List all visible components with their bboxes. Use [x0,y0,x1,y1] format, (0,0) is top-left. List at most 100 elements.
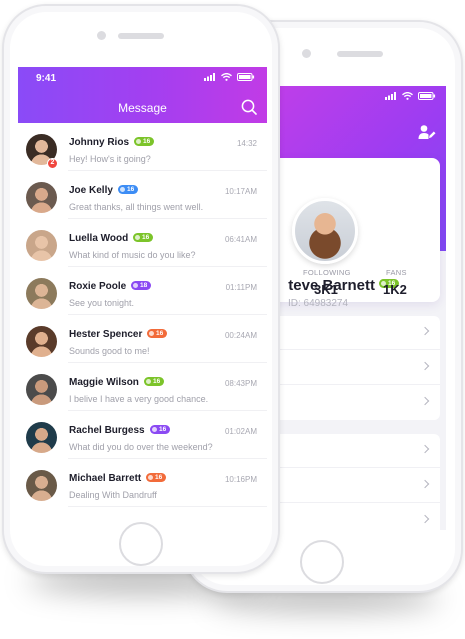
level-badge: 16 [144,377,165,386]
level-value: 16 [127,186,135,193]
message-preview: Hey! How's it going? [69,154,151,164]
contact-name: Joe Kelly [69,185,113,196]
back-phone-speaker [337,51,383,57]
level-badge: 16 [133,233,154,242]
conversation-row[interactable]: Joe Kelly 16 Great thanks, all things went… [18,171,267,219]
message-time: 01:11PM [225,283,257,292]
level-value: 16 [143,138,151,145]
profile-avatar[interactable] [292,198,358,264]
profile-menu-item[interactable] [258,434,440,468]
conversation-row[interactable]: Maggie Wilson 16 I belive I have a very go… [18,363,267,411]
avatar[interactable] [26,278,57,309]
page-title: Message [118,101,167,115]
stat-fans-label: FANS [386,268,407,277]
avatar[interactable] [26,374,57,405]
contact-name: Rachel Burgess [69,425,145,436]
profile-menu-item[interactable] [258,386,440,420]
battery-icon [237,73,255,81]
profile-menu-section-1: eam s [258,316,440,420]
chevron-right-icon [420,444,430,454]
contact-name: Maggie Wilson [69,377,139,388]
level-badge: 16 [147,329,168,338]
level-star-icon [120,187,125,192]
level-badge: 16 [134,137,155,146]
wifi-icon [221,73,232,81]
messages-header: 9:41 Message [18,67,267,123]
level-value: 16 [155,474,163,481]
level-value: 18 [140,282,148,289]
front-phone-speaker [118,33,164,39]
level-badge: 16 [150,425,171,434]
stat-following-value[interactable]: 3K1 [314,282,338,297]
front-phone-home-button[interactable] [119,522,163,566]
avatar[interactable] [26,326,57,357]
profile-stats: FOLLOWING 3K1 FANS 1K2 [258,264,440,302]
chevron-right-icon [420,361,430,371]
message-time: 08:43PM [224,379,257,388]
message-preview: What kind of music do you like? [69,250,196,260]
message-time: 10:16PM [224,475,257,484]
contact-name: Michael Barrett [69,473,142,484]
level-star-icon [135,235,140,240]
signal-icon [385,92,396,100]
message-time: 10:17AM [224,187,257,196]
level-star-icon [146,379,151,384]
avatar[interactable] [26,230,57,261]
unread-badge: 2 [47,158,58,169]
message-preview: See you tonight. [69,298,135,308]
signal-icon [204,73,215,81]
message-time: 01:02AM [224,427,257,436]
message-time: 00:24AM [224,331,257,340]
conversation-row[interactable]: Hester Spencer 16 Sounds good to me! 00:24A… [18,315,267,363]
level-badge: 18 [131,281,152,290]
message-preview: Sounds good to me! [69,346,150,356]
level-star-icon [148,475,153,480]
level-value: 16 [156,330,164,337]
message-preview: Great thanks, all things went well. [69,202,204,212]
front-phone-camera [97,31,106,40]
message-preview: What did you do over the weekend? [69,442,213,452]
message-preview: Dealing With Dandruff [69,490,157,500]
conversation-row[interactable]: Roxie Poole 18 See you tonight. 01:11PM [18,267,267,315]
chevron-right-icon [420,479,430,489]
profile-menu-item[interactable] [258,469,440,503]
level-star-icon [136,139,141,144]
level-value: 16 [159,426,167,433]
level-star-icon [133,283,138,288]
contact-name: Luella Wood [69,233,129,244]
conversation-row[interactable]: Rachel Burgess 16 What did you do over the… [18,411,267,459]
search-icon[interactable] [241,99,257,115]
level-value: 16 [142,234,150,241]
chevron-right-icon [420,326,430,336]
conversation-row[interactable]: Luella Wood 16 What kind of music do you l… [18,219,267,267]
row-divider [68,506,267,507]
avatar[interactable] [26,422,57,453]
conversation-row[interactable]: Michael Barrett 16 Dealing With Dandruff 10… [18,459,267,507]
profile-status-bar [385,92,436,100]
chevron-right-icon [420,514,430,524]
level-star-icon [152,427,157,432]
level-star-icon [149,331,154,336]
profile-menu-item[interactable]: s [258,351,440,385]
wifi-icon [402,92,413,100]
profile-menu-section-2: ds [258,434,440,530]
messages-status-bar [204,73,255,81]
back-phone-camera [302,49,311,58]
message-time: 06:41AM [224,235,257,244]
battery-icon [418,92,436,100]
stat-following-label: FOLLOWING [303,268,351,277]
avatar[interactable] [26,470,57,501]
back-phone-home-button[interactable] [300,540,344,584]
avatar[interactable] [26,182,57,213]
conversation-row[interactable]: 2 Johnny Rios 16 Hey! How's it going? 14:32 [18,123,267,171]
contact-name: Hester Spencer [69,329,143,340]
chevron-right-icon [420,396,430,406]
level-badge: 16 [146,473,167,482]
user-edit-icon[interactable] [418,124,436,140]
stat-fans-value[interactable]: 1K2 [383,282,407,297]
contact-name: Johnny Rios [69,137,130,148]
profile-menu-item[interactable]: eam [258,316,440,350]
message-preview: I belive I have a very good chance. [69,394,209,404]
messages-screen: 9:41 Message 2 Johnny Rios 16 Hey! How's it… [18,67,267,513]
profile-menu-item[interactable]: ds [258,504,440,530]
